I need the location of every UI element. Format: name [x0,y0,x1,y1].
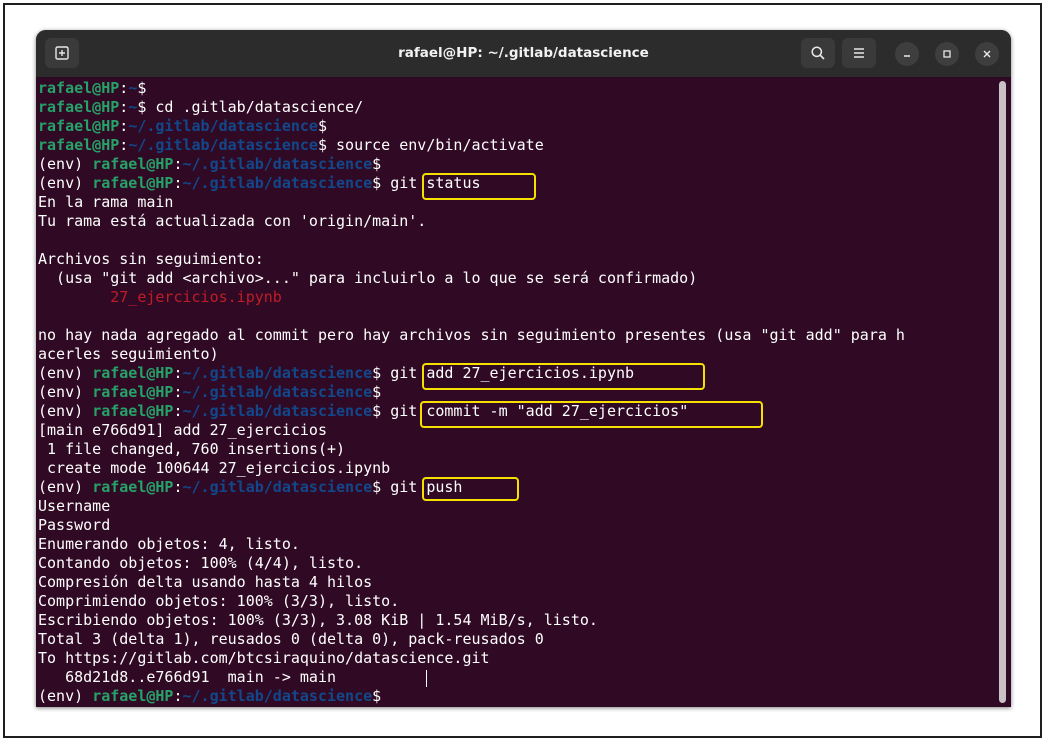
terminal-line: Archivos sin seguimiento: [38,250,264,268]
terminal-line: Compresión delta usando hasta 4 hilos [38,573,373,591]
terminal-line: (env) rafael@HP:~/.gitlab/datascience$ [38,155,382,173]
title-bar[interactable]: rafael@HP: ~/.gitlab/datascience [36,30,1011,77]
terminal-line: rafael@HP:~$ [38,79,147,97]
terminal-line: (env) rafael@HP:~/.gitlab/datascience$ g… [38,174,481,192]
terminal-line: rafael@HP:~/.gitlab/datascience$ [38,117,327,135]
minimize-icon [904,55,910,57]
terminal-line: create mode 100644 27_ejercicios.ipynb [38,459,391,477]
search-icon [811,46,825,60]
highlight-git-push [422,477,519,501]
terminal-line: Password [38,516,111,534]
terminal-line: (env) rafael@HP:~/.gitlab/datascience$ g… [38,478,463,496]
terminal-line: no hay nada agregado al commit pero hay … [38,326,905,344]
maximize-button[interactable] [935,42,959,66]
text-cursor [426,670,427,687]
terminal-line: (env) rafael@HP:~/.gitlab/datascience$ [38,383,382,401]
terminal-line: Contando objetos: 100% (4/4), listo. [38,554,364,572]
close-button[interactable] [975,42,999,66]
terminal-line: Escribiendo objetos: 100% (3/3), 3.08 Ki… [38,611,598,629]
menu-button[interactable] [842,38,876,68]
terminal-line: 68d21d8..e766d91 main -> main [38,668,337,686]
terminal-line: En la rama main [38,193,174,211]
terminal-line: (env) rafael@HP:~/.gitlab/datascience$ [38,687,382,705]
search-button[interactable] [801,38,835,68]
untracked-file: 27_ejercicios.ipynb [38,288,282,306]
terminal-window: rafael@HP: ~/.gitlab/datascience rafael@… [36,30,1011,707]
highlight-git-commit [420,401,763,428]
terminal-line: [main e766d91] add 27_ejercicios [38,421,327,439]
terminal-line: Enumerando objetos: 4, listo. [38,535,300,553]
terminal-line: (usa "git add <archivo>..." para incluir… [38,269,698,287]
terminal-line: Tu rama está actualizada con 'origin/mai… [38,212,427,230]
highlight-git-add [422,363,705,390]
hamburger-menu-icon [854,48,864,58]
scrollbar[interactable] [999,81,1006,703]
highlight-git-status [422,173,536,200]
minimize-button[interactable] [895,42,919,66]
terminal-line: To https://gitlab.com/btcsiraquino/datas… [38,649,490,667]
terminal-line: Comprimiendo objetos: 100% (3/3), listo. [38,592,400,610]
terminal-line: rafael@HP:~$ cd .gitlab/datascience/ [38,98,364,116]
terminal-line: acerles seguimiento) [38,345,219,363]
terminal-line: rafael@HP:~/.gitlab/datascience$ source … [38,136,544,154]
terminal-line: 1 file changed, 760 insertions(+) [38,440,346,458]
close-icon [983,50,991,58]
terminal-line: Username [38,497,111,515]
maximize-icon [943,50,951,58]
terminal-output[interactable]: rafael@HP:~$ rafael@HP:~$ cd .gitlab/dat… [36,77,1004,707]
terminal-line: Total 3 (delta 1), reusados 0 (delta 0),… [38,630,544,648]
